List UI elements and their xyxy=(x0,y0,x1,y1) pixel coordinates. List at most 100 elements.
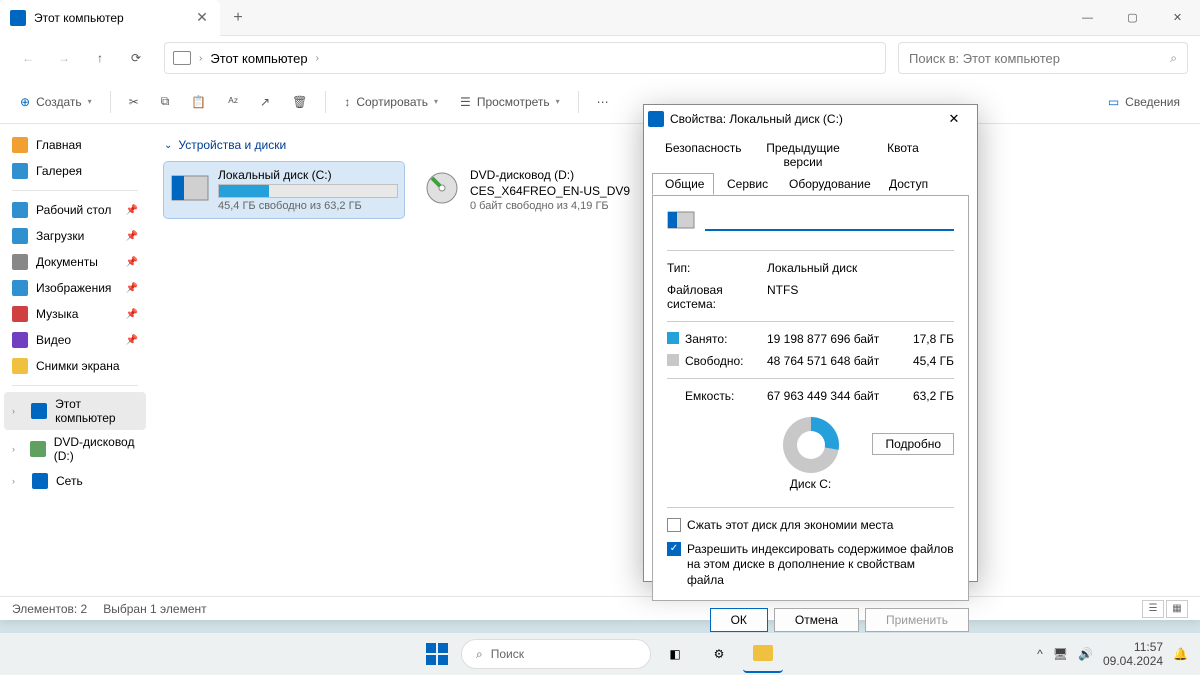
tab-title: Этот компьютер xyxy=(34,11,186,25)
drive-name: DVD-дисковод (D:) xyxy=(470,168,650,182)
new-button[interactable]: ⊕Создать▾ xyxy=(12,86,100,118)
address-text: Этот компьютер xyxy=(210,51,307,66)
drive-c[interactable]: Локальный диск (C:) 45,4 ГБ свободно из … xyxy=(164,162,404,218)
settings-app-icon[interactable]: ⚙ xyxy=(699,635,739,673)
view-icons-button[interactable]: ▦ xyxy=(1166,600,1188,618)
minimize-button[interactable]: — xyxy=(1065,0,1110,36)
sidebar-item-network[interactable]: ›Сеть xyxy=(4,468,146,494)
rename-button[interactable]: ᴬᶻ xyxy=(220,86,246,118)
tab-service[interactable]: Сервис xyxy=(714,173,776,195)
label-used: Занято: xyxy=(685,332,767,346)
drive-name: Локальный диск (C:) xyxy=(218,168,398,182)
tab-quota[interactable]: Квота xyxy=(868,137,938,173)
more-button[interactable]: ⋯ xyxy=(589,86,617,118)
copy-button[interactable]: ⧉ xyxy=(153,86,178,118)
close-button[interactable]: ✕ xyxy=(1155,0,1200,36)
disk-icon xyxy=(648,111,664,127)
navigation-bar: ← → ↑ ⟳ › Этот компьютер › ⌕ xyxy=(0,36,1200,80)
tab-general[interactable]: Общие xyxy=(652,173,714,195)
sidebar-item-dvd[interactable]: ›DVD-дисковод (D:) xyxy=(4,430,146,468)
sidebar-item-desktop[interactable]: Рабочий стол📌 xyxy=(4,197,146,223)
value-free-bytes: 48 764 571 648 байт xyxy=(767,354,908,368)
taskbar: ⌕Поиск ◧ ⚙ ^ 🖥 🔊 11:5709.04.2024 🔔 xyxy=(0,633,1200,675)
drive-free-text: 45,4 ГБ свободно из 63,2 ГБ xyxy=(218,200,398,212)
network-icon[interactable]: 🖥 xyxy=(1053,647,1068,661)
refresh-button[interactable]: ⟳ xyxy=(120,42,152,74)
sidebar-item-this-pc[interactable]: ›Этот компьютер xyxy=(4,392,146,430)
window-controls: — ▢ ✕ xyxy=(1065,0,1200,36)
dialog-body: Тип:Локальный диск Файловая система:NTFS… xyxy=(652,195,969,601)
ok-button[interactable]: ОК xyxy=(710,608,768,632)
tab-hardware[interactable]: Оборудование xyxy=(776,173,876,195)
details-button[interactable]: Подробно xyxy=(872,433,954,455)
sidebar-item-pictures[interactable]: Изображения📌 xyxy=(4,275,146,301)
value-type: Локальный диск xyxy=(767,261,954,275)
statusbar: Элементов: 2 Выбран 1 элемент ☰ ▦ xyxy=(0,596,1200,620)
monitor-icon xyxy=(173,51,191,65)
tab-access[interactable]: Доступ xyxy=(876,173,938,195)
paste-button[interactable]: 📋 xyxy=(183,86,214,118)
apply-button[interactable]: Применить xyxy=(865,608,969,632)
forward-button[interactable]: → xyxy=(48,42,80,74)
label-fs: Файловая система: xyxy=(667,283,767,311)
monitor-icon xyxy=(10,10,26,26)
value-free-gb: 45,4 ГБ xyxy=(908,354,954,368)
view-button[interactable]: ☰ Просмотреть ▾ xyxy=(452,86,568,118)
sidebar-item-videos[interactable]: Видео📌 xyxy=(4,327,146,353)
checkbox-checked-icon[interactable]: ✓ xyxy=(667,542,681,556)
chevron-right-icon: › xyxy=(12,476,24,486)
address-bar[interactable]: › Этот компьютер › xyxy=(164,42,886,74)
chevron-right-icon: › xyxy=(12,444,22,454)
sidebar-item-music[interactable]: Музыка📌 xyxy=(4,301,146,327)
cut-button[interactable]: ✂ xyxy=(121,86,147,118)
start-button[interactable] xyxy=(417,635,457,673)
drive-sub: CES_X64FREO_EN-US_DV9 xyxy=(470,184,650,198)
volume-icon[interactable]: 🔊 xyxy=(1078,647,1093,661)
system-tray: ^ 🖥 🔊 11:5709.04.2024 🔔 xyxy=(1025,640,1200,669)
task-view-button[interactable]: ◧ xyxy=(655,635,695,673)
drive-d[interactable]: DVD-дисковод (D:) CES_X64FREO_EN-US_DV9 … xyxy=(416,162,656,218)
disk-name-input[interactable] xyxy=(705,209,954,231)
index-checkbox-row[interactable]: ✓Разрешить индексировать содержимое файл… xyxy=(667,540,954,591)
view-details-button[interactable]: ☰ xyxy=(1142,600,1164,618)
new-tab-button[interactable]: + xyxy=(220,9,256,27)
explorer-app-icon[interactable] xyxy=(743,635,783,673)
up-button[interactable]: ↑ xyxy=(84,42,116,74)
sidebar-item-screenshots[interactable]: Снимки экрана xyxy=(4,353,146,379)
tab-previous[interactable]: Предыдущие версии xyxy=(738,137,868,173)
sort-button[interactable]: ↕ Сортировать ▾ xyxy=(336,86,446,118)
sidebar-item-downloads[interactable]: Загрузки📌 xyxy=(4,223,146,249)
cancel-button[interactable]: Отмена xyxy=(774,608,859,632)
label-type: Тип: xyxy=(667,261,767,275)
compress-checkbox-row[interactable]: Сжать этот диск для экономии места xyxy=(667,516,954,536)
sidebar-item-home[interactable]: Главная xyxy=(4,132,146,158)
delete-button[interactable]: 🗑 xyxy=(284,86,315,118)
tab-active[interactable]: Этот компьютер ✕ xyxy=(0,0,220,36)
chevron-right-icon: › xyxy=(316,53,319,64)
navigation-pane: Главная Галерея Рабочий стол📌 Загрузки📌 … xyxy=(0,124,150,596)
chevron-down-icon: ⌄ xyxy=(164,140,172,151)
dialog-close-button[interactable]: ✕ xyxy=(935,105,973,133)
dialog-titlebar[interactable]: Свойства: Локальный диск (C:) ✕ xyxy=(644,105,977,133)
label-free: Свободно: xyxy=(685,354,767,368)
sidebar-item-gallery[interactable]: Галерея xyxy=(4,158,146,184)
notifications-icon[interactable]: 🔔 xyxy=(1173,647,1188,661)
checkbox-icon[interactable] xyxy=(667,518,681,532)
sidebar-item-documents[interactable]: Документы📌 xyxy=(4,249,146,275)
status-items: Элементов: 2 xyxy=(12,602,87,616)
pin-icon: 📌 xyxy=(126,205,138,216)
back-button[interactable]: ← xyxy=(12,42,44,74)
search-icon: ⌕ xyxy=(1170,51,1177,66)
maximize-button[interactable]: ▢ xyxy=(1110,0,1155,36)
search-input[interactable] xyxy=(909,51,1170,66)
dvd-icon xyxy=(422,168,462,208)
taskbar-search[interactable]: ⌕Поиск xyxy=(461,639,651,669)
close-tab-icon[interactable]: ✕ xyxy=(194,10,210,26)
chevron-up-icon[interactable]: ^ xyxy=(1037,647,1043,661)
clock[interactable]: 11:5709.04.2024 xyxy=(1103,640,1163,669)
search-box[interactable]: ⌕ xyxy=(898,42,1188,74)
share-button[interactable]: ↗ xyxy=(252,86,278,118)
details-pane-button[interactable]: ▭ Сведения xyxy=(1100,86,1188,118)
donut-label: Диск C: xyxy=(790,477,831,491)
tab-security[interactable]: Безопасность xyxy=(652,137,738,173)
